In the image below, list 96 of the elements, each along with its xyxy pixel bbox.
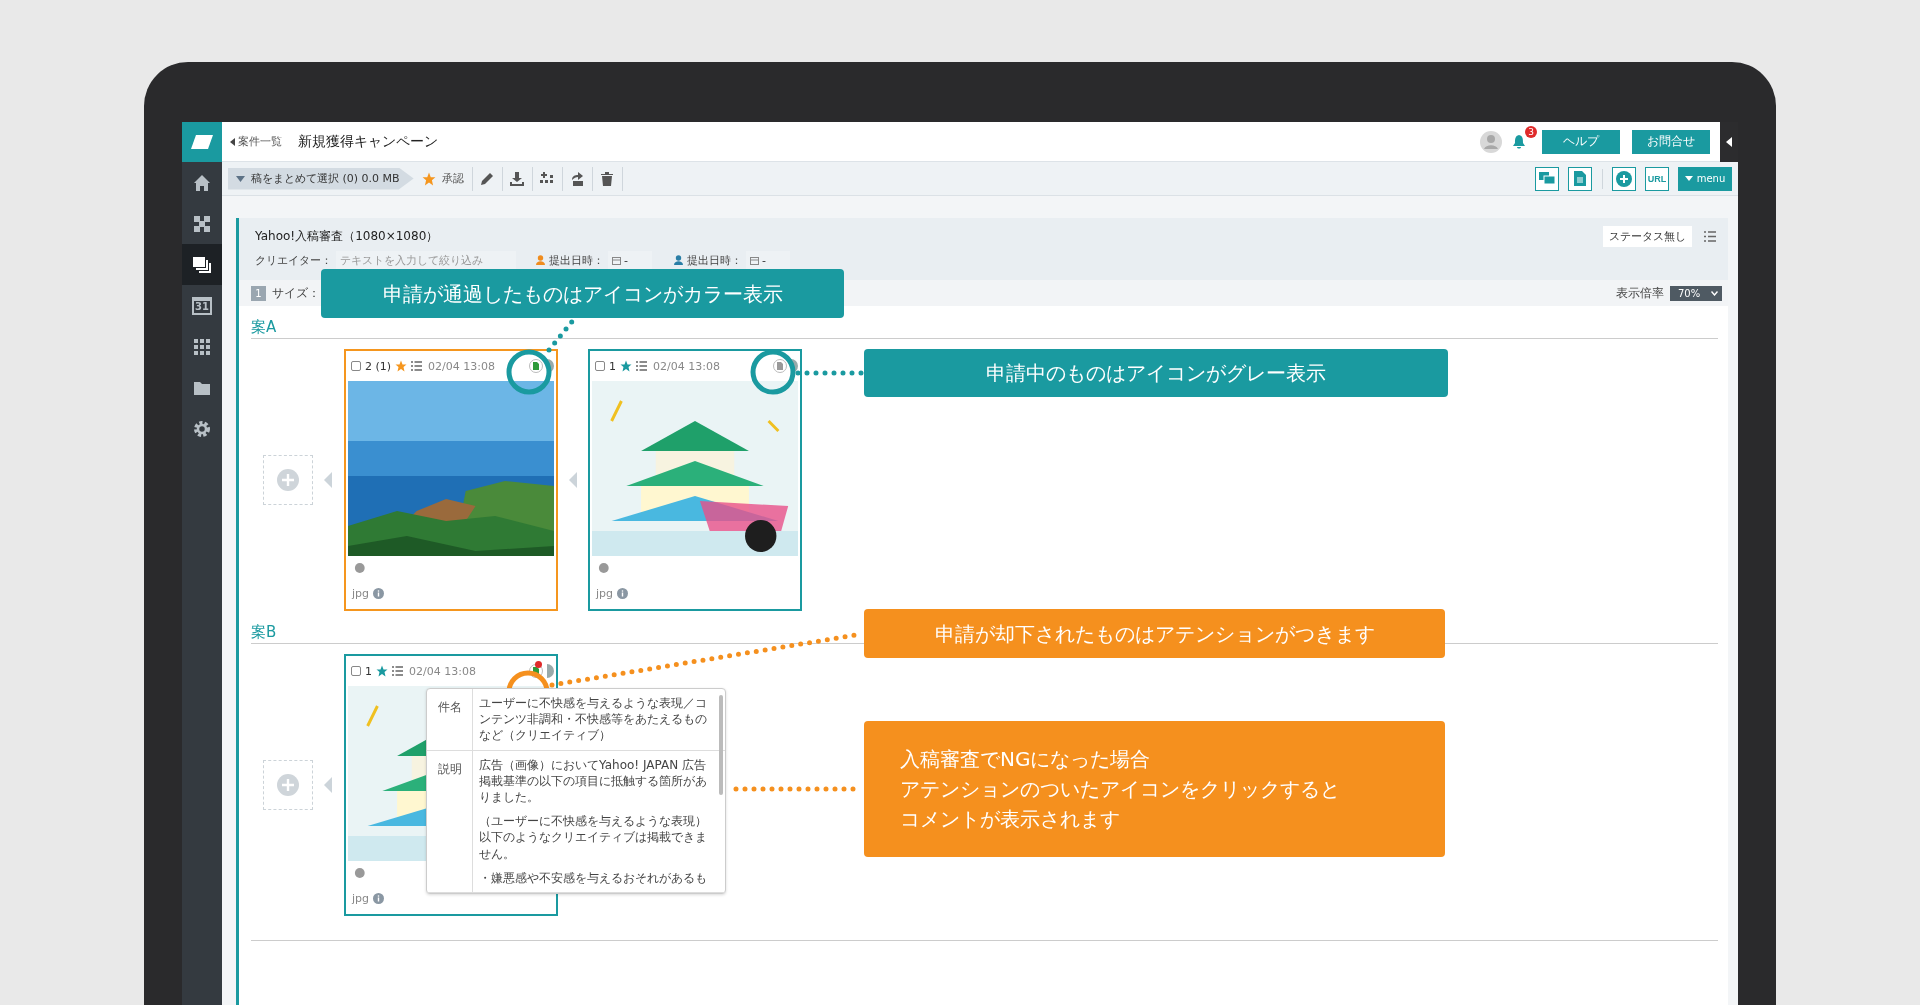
arrow-icon: [569, 472, 577, 488]
document-icon[interactable]: [773, 359, 787, 373]
document-icon: [1574, 171, 1586, 186]
download-icon: [510, 171, 525, 186]
info-icon[interactable]: [617, 588, 629, 599]
share-icon: [570, 171, 585, 186]
network-icon: [193, 214, 211, 233]
version-count: 1: [609, 359, 616, 373]
back-link[interactable]: 案件一覧: [230, 134, 282, 149]
star-icon[interactable]: [395, 360, 408, 372]
document-button[interactable]: [1568, 166, 1592, 191]
calendar-icon: [750, 255, 759, 265]
chat-icon: [1539, 171, 1555, 186]
panel-title: Yahoo!入稿審査（1080×1080）: [255, 227, 439, 245]
copies-icon: [192, 255, 212, 274]
info-icon[interactable]: [373, 588, 385, 599]
comment-label: 説明: [427, 750, 473, 892]
folder-icon: [193, 379, 211, 396]
apps-icon: [193, 337, 211, 356]
notification-count: 3: [1525, 125, 1537, 138]
comment-text: ユーザーに不快感を与えるような表現／コンテンツ非調和・不快感等をあたえるものなど（クリエイティブ）: [479, 695, 708, 744]
highlight-circle: [750, 349, 796, 395]
zoom-label: 表示倍率: [1616, 284, 1664, 302]
grid-plus-icon: [540, 171, 555, 186]
calendar-icon: 31: [192, 296, 212, 315]
bell-icon[interactable]: [1512, 133, 1526, 150]
scrollbar[interactable]: [719, 695, 723, 795]
chevron-icon: [1711, 290, 1718, 296]
callout-text: アテンションのついたアイコンをクリックすると: [900, 776, 1341, 803]
collapse-icon: [1726, 136, 1732, 147]
add-icon: [1616, 170, 1632, 187]
creator-label: クリエイター：: [255, 252, 332, 268]
document-icon[interactable]: [529, 359, 543, 373]
callout-text: 申請が通過したものはアイコンがカラー表示: [382, 280, 783, 308]
bulk-select-button[interactable]: 稿をまとめて選択 (0) 0.0 MB: [228, 167, 414, 190]
card-date: 02/04 13:08: [653, 359, 720, 373]
comment-label: 件名: [427, 689, 473, 750]
list-icon[interactable]: [411, 361, 423, 371]
sidebar-item[interactable]: 31: [182, 285, 222, 326]
card-date: 02/04 13:08: [428, 359, 495, 373]
card-date: 02/04 13:08: [409, 664, 476, 678]
settings-icon: [193, 419, 211, 438]
caret-icon: [230, 137, 235, 146]
star-icon[interactable]: [620, 360, 632, 372]
size-label: サイズ：: [272, 284, 320, 302]
comment-text: ・嫌悪感や不安感を与えるおそれがあるも: [479, 869, 708, 886]
callout-text: 入稿審査でNGになった場合: [900, 746, 1152, 773]
checkbox[interactable]: [351, 666, 361, 676]
logo-icon: [191, 135, 213, 149]
plus-icon: [277, 774, 299, 796]
comment-text: （ユーザーに不快感を与えるような表現）以下のようなクリエイティブは掲載できません。: [479, 813, 708, 862]
info-tab-icon[interactable]: [789, 359, 798, 373]
version-count: 1: [365, 664, 372, 678]
status-filter[interactable]: ステータス無し: [1603, 225, 1692, 247]
version-count: 2 (1): [365, 359, 392, 373]
caret-icon: [236, 175, 245, 182]
plus-icon: [277, 469, 299, 491]
file-type: jpg: [596, 587, 614, 600]
info-tab-icon[interactable]: [545, 359, 554, 373]
highlight-circle: [506, 349, 552, 395]
date-filter-field[interactable]: -: [746, 251, 790, 269]
creator-filter-field[interactable]: テキストを入力して絞り込み: [336, 251, 516, 269]
list-icon[interactable]: [1704, 230, 1716, 242]
creative-card[interactable]: 2 (1) 02/04 13:08 jpg: [344, 349, 558, 611]
checkbox[interactable]: [351, 361, 361, 371]
comment-text: 広告（画像）においてYahoo! JAPAN 広告掲載基準の以下の項目に抵触する箇所がありました。: [479, 756, 708, 806]
home-icon: [193, 173, 211, 192]
file-type: jpg: [352, 892, 370, 905]
calendar-icon: [612, 255, 621, 265]
sidebar-item[interactable]: [182, 244, 222, 285]
star-icon[interactable]: [376, 665, 388, 677]
file-type: jpg: [352, 587, 370, 600]
zoom-select[interactable]: 70%: [1670, 285, 1722, 301]
info-icon[interactable]: [373, 893, 385, 904]
add-button[interactable]: [1612, 166, 1636, 191]
callout-text: コメントが表示されます: [900, 806, 1121, 833]
date-filter-label: 提出日時：: [687, 252, 742, 268]
size-number: 1: [251, 285, 266, 301]
arrow-icon: [324, 777, 332, 793]
callout-text: 申請中のものはアイコンがグレー表示: [986, 360, 1326, 387]
pencil-icon: [480, 171, 495, 186]
caret-icon: [1684, 176, 1693, 181]
page-title: 新規獲得キャンペーン: [298, 132, 438, 151]
checkbox[interactable]: [595, 361, 605, 371]
date-filter-field[interactable]: -: [608, 251, 652, 269]
app-logo[interactable]: [182, 122, 222, 162]
list-icon[interactable]: [636, 361, 647, 371]
chat-button[interactable]: [1535, 166, 1559, 191]
approve-button[interactable]: 承認: [413, 166, 473, 191]
star-icon: [421, 171, 436, 186]
trash-icon: [601, 171, 614, 186]
arrow-icon: [324, 472, 332, 488]
date-filter-label: 提出日時：: [549, 252, 604, 268]
creative-card[interactable]: 1 02/04 13:08 jpg: [588, 349, 802, 611]
list-icon[interactable]: [392, 666, 403, 676]
avatar-icon[interactable]: [1480, 130, 1502, 153]
